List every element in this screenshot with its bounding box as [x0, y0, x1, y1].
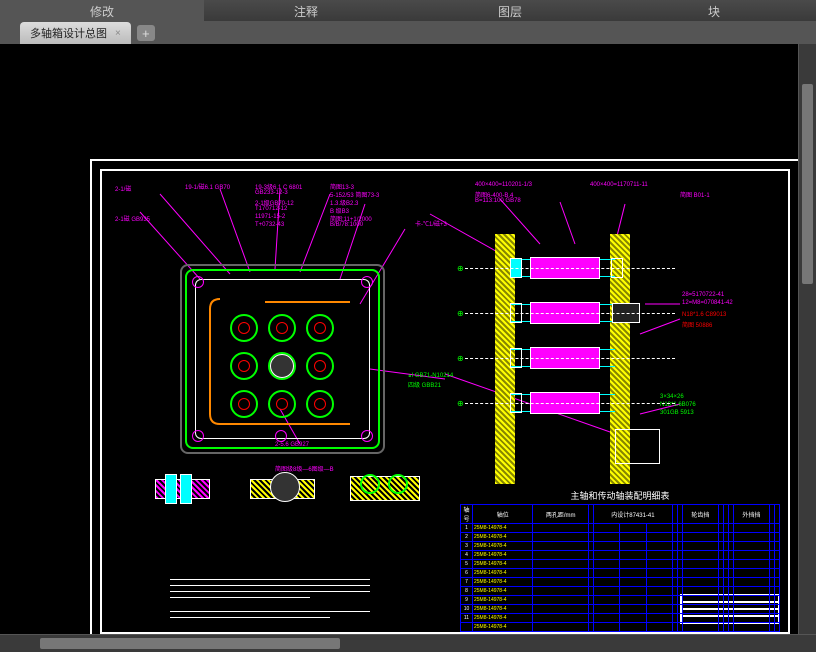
marker-icon: ⊕: [457, 399, 464, 408]
tab-label: 多轴箱设计总图: [30, 25, 107, 41]
new-tab-button[interactable]: +: [137, 25, 155, 41]
front-view: [170, 254, 395, 464]
annotation: 11971-15-2: [255, 214, 285, 220]
detail-views: [150, 464, 450, 529]
scrollbar-thumb[interactable]: [802, 84, 813, 284]
annotation: 19-1/磁6.1 GB70: [185, 182, 230, 191]
annotation: 2-1磁 GB935: [115, 214, 150, 223]
annotation: 400×400=110201-1/3: [475, 182, 532, 188]
annotation: B=113:100 GB78: [475, 198, 521, 204]
drawing-tab[interactable]: 多轴箱设计总图 ×: [20, 22, 131, 44]
drawing-canvas[interactable]: 2-1/磁 2-1磁 GB935 19-1/磁6.1 GB70 19-3级6.1…: [0, 44, 816, 652]
annotation: 301GB 5913: [660, 410, 694, 416]
annotation: 28=5170722-41: [682, 292, 724, 298]
annotation: T+0732-43: [255, 222, 284, 228]
annotation: 400×400=1170711-11: [590, 182, 648, 188]
annotation: 卡-℃1/磁+3: [415, 219, 447, 228]
menu-modify[interactable]: 修改: [0, 0, 204, 21]
annotation: 12=M8=070841-42: [682, 300, 733, 306]
parts-table-grid: 轴号轴位两孔距/mm 内设计87431-41 轮齿挡 外挡挡 125M8-149…: [460, 504, 780, 632]
tabbar: 多轴箱设计总图 × +: [0, 22, 816, 44]
marker-icon: ⊕: [457, 354, 464, 363]
marker-icon: ⊕: [457, 264, 464, 273]
scrollbar-thumb[interactable]: [40, 638, 340, 649]
horizontal-scrollbar[interactable]: [0, 634, 816, 652]
annotation: 四级 GBB21: [408, 380, 441, 389]
annotation: 2-1/磁: [115, 184, 131, 193]
close-icon[interactable]: ×: [115, 28, 121, 39]
marker-icon: ⊕: [457, 309, 464, 318]
annotation: 简图 B01-1: [680, 190, 710, 199]
menu-layer[interactable]: 图层: [408, 0, 612, 21]
menu-block[interactable]: 块: [612, 0, 816, 21]
annotation: اہ GB71-N10214: [408, 372, 453, 379]
notes-block: 注：需检查装配各段度和位置精度后整体机加工定位孔及工艺孔。: [170, 574, 370, 618]
vertical-scrollbar[interactable]: [798, 44, 816, 634]
menu-annotate[interactable]: 注释: [204, 0, 408, 21]
annotation: T170712-12: [255, 206, 287, 212]
annotation: GB233-12-3: [255, 190, 288, 196]
annotation: 简图 50886: [682, 320, 712, 329]
table-title: 主轴和传动轴装配明细表: [460, 489, 780, 502]
annotation: B/B/78:1000: [330, 222, 363, 228]
parts-table: 主轴和传动轴装配明细表 轴号轴位两孔距/mm 内设计87431-41 轮齿挡 外…: [460, 489, 780, 629]
menubar: 修改 注释 图层 块: [0, 0, 816, 22]
side-view: ⊕ ⊕ ⊕ ⊕: [475, 234, 665, 484]
annotation: N18*1.6 C89013: [682, 312, 726, 318]
